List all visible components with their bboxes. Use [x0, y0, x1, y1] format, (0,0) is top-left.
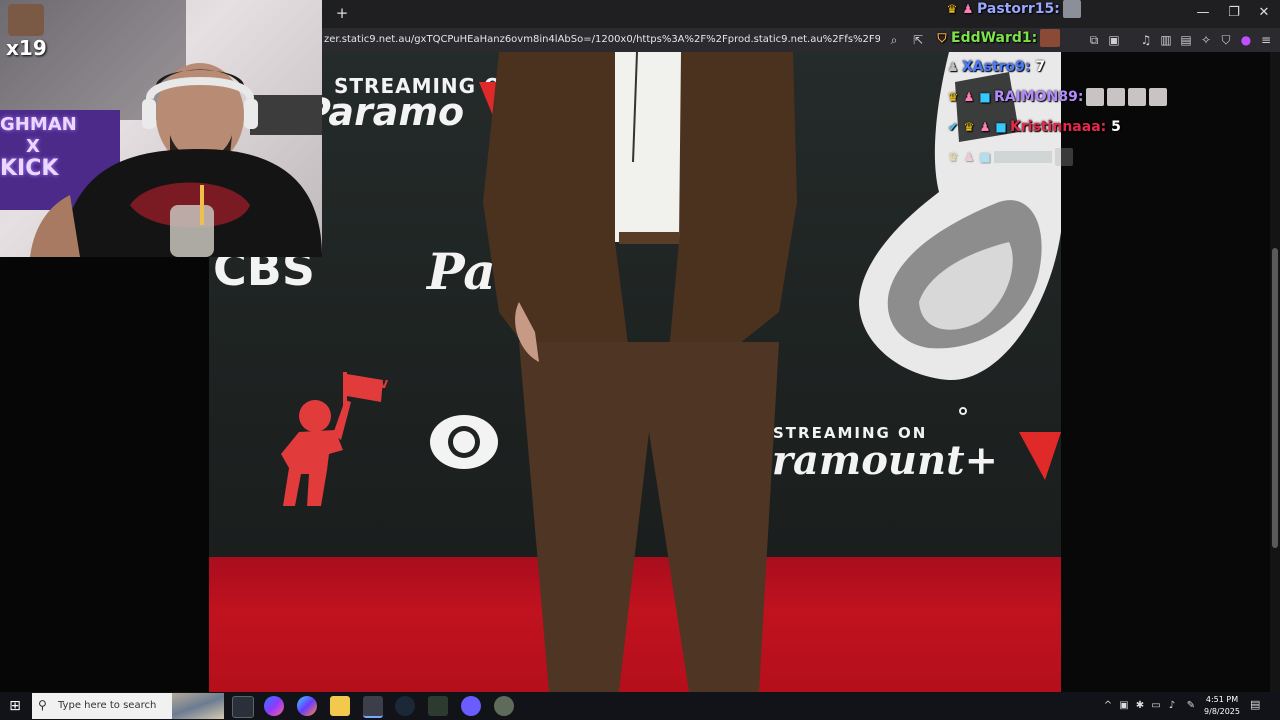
chat-message: ♟ XAstro9: 7 — [946, 56, 1046, 78]
search-placeholder: Type here to search — [58, 700, 157, 711]
wallet-icon[interactable]: ▤ — [1178, 32, 1194, 48]
photo-viewer: STREAMING ON Paramount+ CBS Pa MTV S STR… — [209, 52, 1061, 692]
sidebar-icon[interactable]: ▥ — [1158, 32, 1174, 48]
chat-text: 7 — [1035, 59, 1046, 75]
shield-icon[interactable]: ⛉ — [1218, 32, 1234, 48]
chat-message: ♛ ♟ Pastorr15: — [945, 0, 1081, 20]
file-explorer-icon[interactable] — [330, 696, 350, 716]
emote-icon — [1055, 148, 1073, 166]
xbox-icon[interactable] — [428, 696, 448, 716]
tray-bluetooth-icon[interactable]: ✱ — [1134, 699, 1146, 713]
chat-message-faded: ♛ ♟ ■ — [946, 146, 1073, 168]
menu-icon[interactable]: ≡ — [1258, 32, 1274, 48]
cube-badge-icon: ■ — [979, 150, 991, 164]
red-triangle-right — [1019, 432, 1061, 480]
scrollbar-thumb[interactable] — [1272, 248, 1278, 548]
clock-date: 9/8/2025 — [1204, 707, 1240, 716]
mouse-cursor — [959, 407, 967, 415]
chat-app-icon[interactable] — [461, 696, 481, 716]
faded-username — [994, 151, 1052, 163]
tray-app-icon[interactable]: ▣ — [1118, 699, 1130, 713]
copilot-alt-icon[interactable] — [297, 696, 317, 716]
user-badge-icon: ♟ — [947, 60, 959, 74]
search-icon: ⚲ — [38, 698, 47, 712]
ai-icon[interactable]: ✧ — [1198, 32, 1214, 48]
crown-badge-icon: ♛ — [947, 150, 959, 164]
emote-icon — [1149, 88, 1168, 106]
emote-icon — [1062, 0, 1081, 18]
chat-username[interactable]: EddWard1: — [951, 30, 1037, 46]
chat-username[interactable]: RAIMON89: — [994, 89, 1083, 105]
share-icon[interactable]: ⇱ — [910, 32, 926, 48]
person-brown-suit — [483, 52, 797, 692]
windows-start-icon[interactable]: ⊞ — [6, 697, 24, 715]
cube-badge-icon: ■ — [979, 90, 991, 104]
emote-icon — [1086, 88, 1105, 106]
tray-pen-icon[interactable]: ✎ — [1185, 699, 1197, 713]
chat-text: 5 — [1111, 119, 1121, 135]
browser-icon[interactable] — [363, 696, 383, 718]
gift-badge-icon: ♟ — [963, 150, 975, 164]
logo-mtv: MTV — [361, 378, 388, 391]
minimize-button[interactable]: — — [1191, 4, 1215, 22]
close-button[interactable]: ✕ — [1252, 4, 1276, 22]
screenshot-icon[interactable]: ▣ — [1106, 32, 1122, 48]
crown-badge-icon: ♛ — [946, 2, 958, 16]
emote-icon — [1107, 88, 1126, 106]
clock-time: 4:51 PM — [1205, 695, 1239, 704]
chat-message: ✔ ♛ ♟ ■ Kristinnaaa: 5 — [946, 116, 1121, 138]
tray-network-icon[interactable]: ▭ — [1150, 699, 1162, 713]
scrollbar[interactable] — [1270, 52, 1280, 692]
restore-button[interactable]: ❐ — [1222, 4, 1246, 22]
steam-icon[interactable] — [395, 696, 415, 716]
webcam-overlay: GHMAN X KICK x19 — [0, 0, 322, 257]
windows-taskbar: ⊞ ⚲ Type here to search ^ ▣ ✱ ▭ ♪ ✎ 4:51… — [0, 692, 1280, 720]
logo-paramount-top: Paramount+ — [303, 90, 463, 134]
taskbar-search[interactable]: ⚲ Type here to search — [32, 693, 224, 719]
taskbar-clock[interactable]: 4:51 PM 9/8/2025 — [1200, 694, 1244, 718]
chat-username[interactable]: Pastorr15: — [977, 1, 1060, 17]
tray-volume-icon[interactable]: ♪ — [1166, 699, 1178, 713]
tray-chevron-icon[interactable]: ^ — [1102, 699, 1114, 713]
check-badge-icon: ✔ — [947, 120, 959, 134]
url-text[interactable]: zer.static9.net.au/gxTQCPuHEaHanz6ovm8in… — [324, 33, 880, 47]
zoom-icon[interactable]: ⌕ — [886, 32, 902, 48]
crown-badge-icon: ♛ — [963, 120, 975, 134]
chat-username[interactable]: Kristinnaaa: — [1010, 119, 1106, 135]
emote-icon — [1128, 88, 1147, 106]
new-tab-button[interactable]: + — [334, 4, 350, 22]
page-blank-area — [1061, 52, 1280, 692]
page-left-blank — [0, 257, 209, 692]
gift-badge-icon: ♟ — [962, 2, 974, 16]
extension-icon[interactable]: ● — [1238, 32, 1254, 48]
notification-icon[interactable]: ▤ — [1250, 698, 1264, 712]
counter-emote — [8, 4, 44, 36]
gift-badge-icon: ♟ — [963, 90, 975, 104]
extra-app-icon[interactable] — [494, 696, 514, 716]
extensions-icon[interactable]: ⧉ — [1086, 32, 1102, 48]
cube-badge-icon: ■ — [995, 120, 1007, 134]
streamer-video — [30, 63, 322, 257]
music-icon[interactable]: ♫ — [1138, 32, 1154, 48]
search-highlight-image — [172, 693, 224, 719]
shield-badge-icon: ⛉ — [937, 31, 947, 45]
copilot-icon[interactable] — [264, 696, 284, 716]
chat-username[interactable]: XAstro9: — [962, 59, 1031, 75]
mtv-astronaut-logo — [281, 372, 383, 506]
chat-message: ⛉ EddWard1: — [935, 27, 1061, 49]
crown-badge-icon: ♛ — [947, 90, 959, 104]
chat-message: ♛ ♟ ■ RAIMON89: — [946, 86, 1168, 108]
gift-badge-icon: ♟ — [979, 120, 991, 134]
emote-icon — [1040, 29, 1061, 47]
task-view-icon[interactable] — [232, 696, 254, 718]
